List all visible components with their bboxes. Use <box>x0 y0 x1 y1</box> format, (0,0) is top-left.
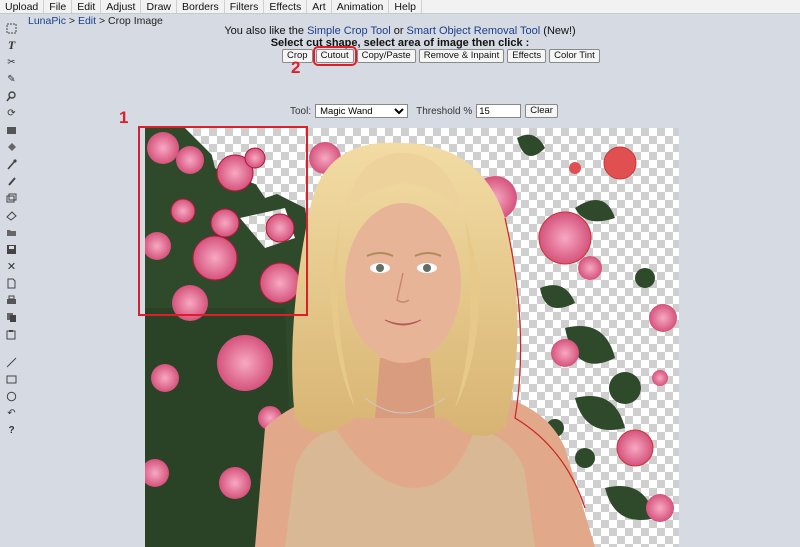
close-icon[interactable]: ✕ <box>5 260 18 273</box>
menu-filters[interactable]: Filters <box>225 0 265 13</box>
rotate-icon[interactable]: ⟳ <box>5 107 18 120</box>
scissors-icon[interactable]: ✂ <box>5 56 18 69</box>
zoom-icon[interactable] <box>5 90 18 103</box>
menu-art[interactable]: Art <box>307 0 332 13</box>
brush-icon[interactable] <box>5 175 18 188</box>
annotation-selection-box <box>138 126 308 316</box>
color-tint-button[interactable]: Color Tint <box>549 49 600 63</box>
effects-button[interactable]: Effects <box>507 49 547 63</box>
menu-adjust[interactable]: Adjust <box>101 0 142 13</box>
copy-icon[interactable] <box>5 311 18 324</box>
eyedropper-icon[interactable] <box>5 158 18 171</box>
rectangle-icon[interactable] <box>5 373 18 386</box>
action-buttons: Crop Cutout Copy/Paste Remove & Inpaint … <box>282 46 600 66</box>
help-icon[interactable]: ? <box>5 424 18 437</box>
promo-suffix: (New!) <box>540 25 576 37</box>
instruction-text: Select cut shape, select area of image t… <box>270 37 530 49</box>
clear-button[interactable]: Clear <box>525 104 558 118</box>
copy-paste-button[interactable]: Copy/Paste <box>356 49 416 63</box>
menu-borders[interactable]: Borders <box>177 0 225 13</box>
layers-icon[interactable] <box>5 124 18 137</box>
smart-object-removal-link[interactable]: Smart Object Removal Tool <box>407 25 541 37</box>
menu-bar: Upload File Edit Adjust Draw Borders Fil… <box>0 0 800 14</box>
menu-edit[interactable]: Edit <box>72 0 102 13</box>
threshold-input[interactable] <box>476 104 522 118</box>
menu-animation[interactable]: Animation <box>332 0 390 13</box>
print-icon[interactable] <box>5 294 18 307</box>
menu-upload[interactable]: Upload <box>0 0 45 13</box>
menu-help[interactable]: Help <box>389 0 422 13</box>
promo-middle: or <box>390 25 407 37</box>
paste-icon[interactable] <box>5 328 18 341</box>
simple-crop-tool-link[interactable]: Simple Crop Tool <box>307 25 391 37</box>
menu-effects[interactable]: Effects <box>264 0 308 13</box>
cutout-button[interactable]: Cutout <box>312 46 357 66</box>
clone-icon[interactable] <box>5 192 18 205</box>
remove-inpaint-button[interactable]: Remove & Inpaint <box>418 49 505 63</box>
menu-file[interactable]: File <box>44 0 73 13</box>
ellipse-icon[interactable] <box>5 390 18 403</box>
pencil-icon[interactable]: ✎ <box>5 73 18 86</box>
promo-text: You also like the Simple Crop Tool or Sm… <box>0 25 800 37</box>
promo-prefix: You also like the <box>224 25 308 37</box>
tool-label: Tool: <box>290 105 312 117</box>
tool-select[interactable]: Magic Wand <box>315 104 409 118</box>
open-icon[interactable] <box>5 226 18 239</box>
annotation-number-1: 1 <box>119 108 129 127</box>
menu-draw[interactable]: Draw <box>141 0 177 13</box>
tool-options-row: Tool: Magic Wand Threshold % Clear <box>290 104 558 118</box>
left-toolbar: T ✂ ✎ ⟳ ✕ ↶ ? <box>0 14 22 547</box>
line-icon[interactable] <box>5 356 18 369</box>
new-file-icon[interactable] <box>5 277 18 290</box>
threshold-label: Threshold % <box>416 105 473 117</box>
annotation-number-2: 2 <box>291 58 301 77</box>
fill-icon[interactable] <box>5 141 18 154</box>
save-icon[interactable] <box>5 243 18 256</box>
undo-icon[interactable]: ↶ <box>5 407 18 420</box>
eraser-icon[interactable] <box>5 209 18 222</box>
